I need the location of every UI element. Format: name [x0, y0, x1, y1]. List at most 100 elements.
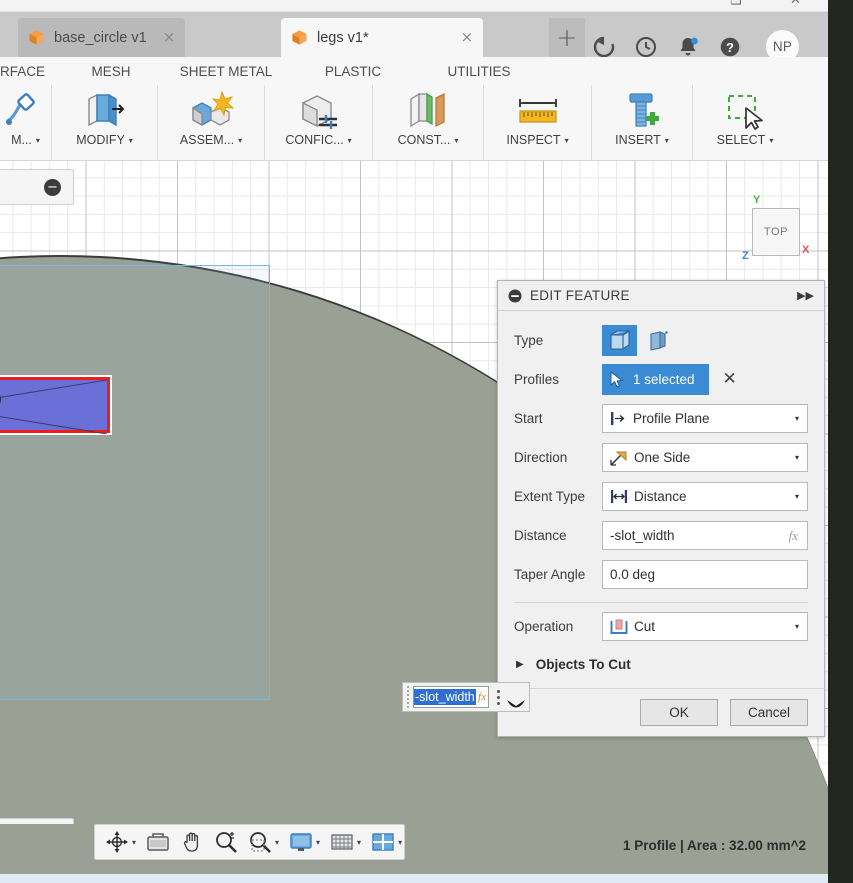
- chevron-down-icon[interactable]: ▾: [665, 136, 669, 145]
- ribbon-tab-sheet-metal[interactable]: SHEET METAL: [160, 64, 292, 79]
- fx-icon[interactable]: fx: [478, 691, 486, 703]
- profiles-selection-chip[interactable]: 1 selected: [602, 364, 709, 395]
- profile-diagonals: [0, 380, 107, 435]
- manipulator-arrow-handle[interactable]: [505, 694, 527, 716]
- close-icon[interactable]: ✕: [790, 0, 801, 8]
- chevron-down-icon[interactable]: ▾: [275, 838, 279, 847]
- profile-dimension-label: 4.00: [0, 392, 2, 410]
- svg-text:?: ?: [726, 40, 734, 55]
- chevron-down-icon[interactable]: ▾: [316, 838, 320, 847]
- ribbon-group-assemble[interactable]: ASSEM... ▾: [158, 85, 265, 161]
- nav-orbit[interactable]: ▾: [101, 827, 140, 857]
- objects-to-cut-section[interactable]: ▶ Objects To Cut: [514, 646, 808, 682]
- document-tab-legs[interactable]: legs v1* ×: [281, 18, 484, 57]
- ribbon-tab-row: RFACE MESH SHEET METAL PLASTIC UTILITIES: [0, 57, 828, 85]
- extrude-surface-icon[interactable]: [641, 325, 676, 356]
- chevron-down-icon[interactable]: ▾: [795, 453, 799, 462]
- ribbon-group-label: ASSEM... ▾: [180, 133, 242, 147]
- row-label-extent-type: Extent Type: [514, 489, 586, 504]
- chevron-down-icon[interactable]: ▾: [36, 136, 40, 145]
- status-text: 1 Profile | Area : 32.00 mm^2: [623, 838, 806, 853]
- chevron-down-icon[interactable]: ▾: [132, 838, 136, 847]
- ribbon-group-modify[interactable]: MODIFY ▾: [52, 85, 158, 161]
- ribbon-tab-surface[interactable]: RFACE: [0, 64, 62, 79]
- more-options-icon[interactable]: [497, 689, 500, 705]
- clear-selection-icon[interactable]: ✕: [723, 371, 737, 388]
- chevron-down-icon[interactable]: ▾: [357, 838, 361, 847]
- cancel-button[interactable]: Cancel: [730, 699, 808, 726]
- ribbon-label-text: INSERT: [615, 133, 661, 147]
- direction-dropdown[interactable]: One Side ▾: [602, 443, 808, 472]
- row-label-profiles: Profiles: [514, 372, 560, 387]
- ribbon-tab-plastic[interactable]: PLASTIC: [292, 64, 414, 79]
- help-icon[interactable]: ?: [718, 35, 742, 59]
- dialog-footer: OK Cancel: [498, 688, 824, 736]
- chevron-down-icon[interactable]: ▾: [795, 492, 799, 501]
- row-label-taper-angle: Taper Angle: [514, 567, 586, 582]
- chevron-down-icon[interactable]: ▾: [795, 622, 799, 631]
- chevron-down-icon[interactable]: ▾: [454, 136, 458, 145]
- chevron-down-icon[interactable]: ▾: [398, 838, 402, 847]
- selected-profile[interactable]: 4.00: [0, 377, 110, 435]
- desktop-background: [828, 0, 853, 883]
- row-label-type: Type: [514, 333, 544, 348]
- nav-zoom-window[interactable]: ▾: [244, 827, 283, 857]
- notifications-bell-icon[interactable]: [676, 35, 700, 59]
- new-tab-button[interactable]: +: [549, 18, 585, 57]
- sketch-bounding-box: [0, 265, 270, 700]
- extrude-solid-icon[interactable]: [602, 325, 637, 356]
- tab-close-icon[interactable]: ×: [163, 30, 176, 45]
- chevron-down-icon[interactable]: ▾: [238, 136, 242, 145]
- taper-angle-input[interactable]: 0.0 deg: [602, 560, 808, 589]
- recent-clock-icon[interactable]: [634, 35, 658, 59]
- chevron-right-icon[interactable]: ▶: [516, 659, 524, 670]
- fx-icon[interactable]: fx: [789, 528, 798, 544]
- view-cube[interactable]: TOP Y X Z: [740, 194, 818, 273]
- ribbon-group-configure[interactable]: CONFIC... ▾: [265, 85, 373, 161]
- ok-button[interactable]: OK: [640, 699, 718, 726]
- dialog-row-operation: Operation Cut ▾: [514, 607, 808, 646]
- distance-icon: [611, 490, 627, 503]
- nav-display-settings[interactable]: ▾: [285, 827, 324, 857]
- row-label-direction: Direction: [514, 450, 568, 465]
- nav-grid-snaps[interactable]: ▾: [326, 827, 365, 857]
- tab-close-icon[interactable]: ×: [461, 30, 474, 45]
- ribbon-tab-utilities[interactable]: UTILITIES: [414, 64, 544, 79]
- chevron-down-icon[interactable]: ▾: [129, 136, 133, 145]
- extent-type-dropdown[interactable]: Distance ▾: [602, 482, 808, 511]
- nav-viewports[interactable]: ▾: [367, 827, 406, 857]
- nav-look-at[interactable]: [142, 827, 174, 857]
- collapse-button[interactable]: −: [44, 178, 61, 196]
- distance-input[interactable]: -slot_width fx: [602, 521, 808, 550]
- chevron-down-icon[interactable]: ▾: [348, 136, 352, 145]
- cube-icon: [292, 30, 307, 45]
- dialog-header[interactable]: EDIT FEATURE ▶▶: [498, 281, 824, 311]
- view-cube-face-top[interactable]: TOP: [752, 208, 800, 256]
- start-dropdown[interactable]: Profile Plane ▾: [602, 404, 808, 433]
- dimension-value: -slot_width: [414, 689, 476, 705]
- ribbon-group-select[interactable]: SELECT ▾: [693, 85, 797, 161]
- minus-circle-icon[interactable]: [508, 289, 522, 303]
- operation-dropdown[interactable]: Cut ▾: [602, 612, 808, 641]
- document-tab-label: base_circle v1: [54, 29, 147, 46]
- sync-icon[interactable]: [592, 35, 616, 59]
- nav-pan[interactable]: [176, 827, 208, 857]
- document-tab-base-circle[interactable]: base_circle v1 ×: [18, 18, 186, 57]
- drag-grip-icon[interactable]: [403, 683, 413, 711]
- select-window-icon: [722, 89, 768, 133]
- chevron-down-icon[interactable]: ▾: [795, 414, 799, 423]
- ribbon-group-insert[interactable]: INSERT ▾: [592, 85, 693, 161]
- expand-dialog-icon[interactable]: ▶▶: [797, 289, 814, 302]
- ribbon-label-text: SELECT: [716, 133, 766, 147]
- ribbon-label-text: M...: [11, 133, 32, 147]
- dimension-text-field[interactable]: -slot_width fx: [413, 686, 489, 708]
- maximize-icon[interactable]: ❑: [730, 0, 742, 8]
- ribbon-group-construct[interactable]: CONST... ▾: [373, 85, 484, 161]
- dialog-row-profiles: Profiles 1 selected ✕: [514, 360, 808, 399]
- ribbon-tab-mesh[interactable]: MESH: [62, 64, 160, 79]
- ribbon-group-create[interactable]: M... ▾: [0, 85, 52, 161]
- nav-zoom[interactable]: [210, 827, 242, 857]
- chevron-down-icon[interactable]: ▾: [769, 136, 773, 145]
- chevron-down-icon[interactable]: ▾: [565, 136, 569, 145]
- ribbon-group-inspect[interactable]: INSPECT ▾: [484, 85, 592, 161]
